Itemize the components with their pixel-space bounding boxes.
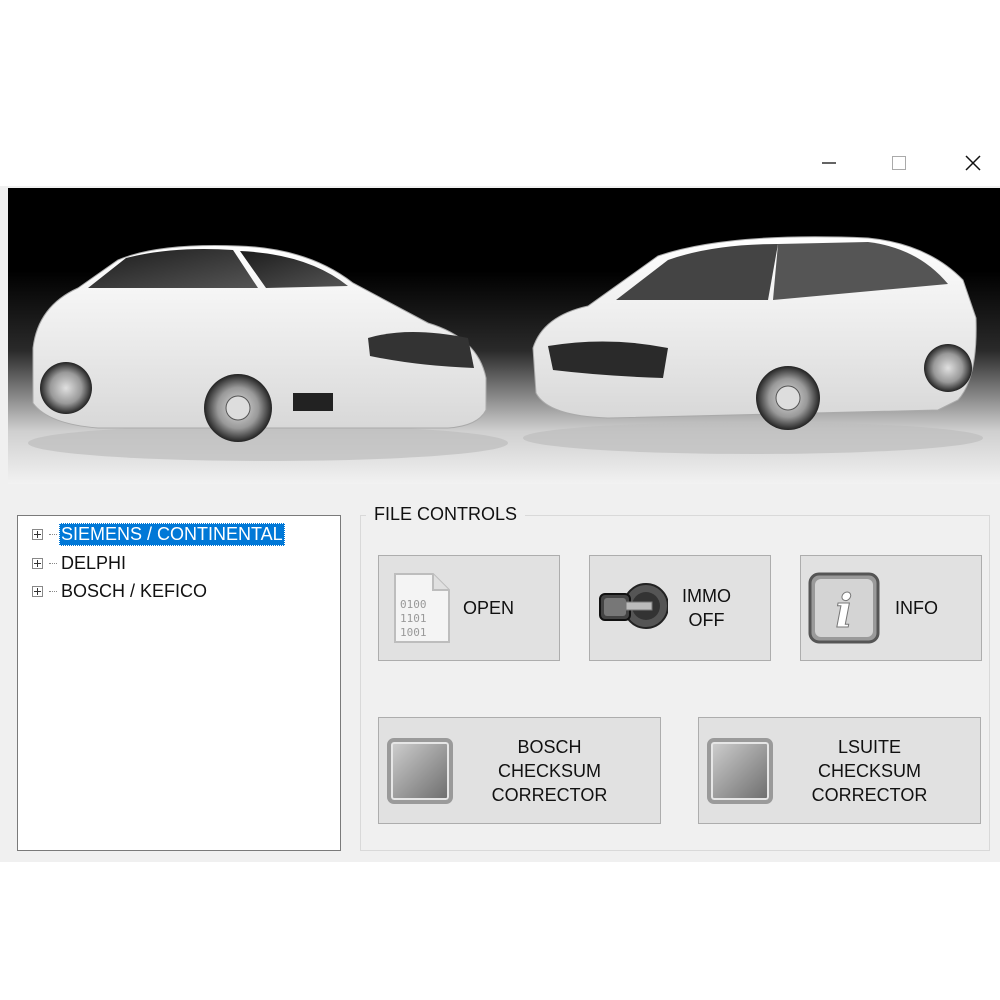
file-controls-title: FILE CONTROLS: [366, 504, 526, 525]
tree-item-label: BOSCH / KEFICO: [61, 580, 208, 601]
car-banner-image: [8, 188, 1000, 484]
info-icon: i: [808, 572, 880, 644]
maximize-button[interactable]: [864, 140, 934, 186]
tree-connector: [49, 590, 57, 592]
immo-off-button[interactable]: IMMO OFF: [589, 555, 771, 661]
tree-item-bosch-kefico[interactable]: BOSCH / KEFICO: [32, 579, 209, 603]
expand-plus-icon[interactable]: [32, 557, 43, 569]
maximize-icon: [892, 156, 906, 170]
close-icon: [965, 155, 981, 171]
lsuite-checksum-corrector-label: LSUITE CHECKSUM CORRECTOR: [811, 736, 928, 805]
open-button[interactable]: 0100 1101 1001 OPEN: [378, 555, 560, 661]
info-button-label: INFO: [895, 598, 938, 618]
svg-text:1001: 1001: [400, 626, 427, 639]
open-button-label: OPEN: [463, 598, 515, 618]
tree-item-label: SIEMENS / CONTINENTAL: [59, 522, 285, 546]
tree-connector: [49, 533, 57, 535]
cars-illustration: [28, 236, 983, 461]
svg-text:1101: 1101: [400, 612, 427, 625]
svg-text:0100: 0100: [400, 598, 427, 611]
binary-file-icon: 0100 1101 1001: [394, 573, 450, 643]
placeholder-square-icon: [707, 737, 773, 804]
minimize-icon: [822, 162, 836, 164]
tree-item-label: DELPHI: [61, 552, 127, 573]
ignition-key-icon: [599, 583, 668, 629]
close-button[interactable]: [938, 140, 1000, 186]
title-bar: [0, 140, 1000, 186]
minimize-button[interactable]: [794, 140, 864, 186]
svg-text:i: i: [835, 584, 852, 638]
ecu-tree-view[interactable]: SIEMENS / CONTINENTAL DELPHI BOSCH / KEF…: [17, 515, 341, 851]
bosch-checksum-corrector-label: BOSCH CHECKSUM CORRECTOR: [491, 736, 608, 805]
tree-item-siemens-continental[interactable]: SIEMENS / CONTINENTAL: [32, 522, 285, 546]
tree-item-delphi[interactable]: DELPHI: [32, 551, 128, 575]
tree-connector: [49, 562, 57, 564]
lsuite-checksum-corrector-button[interactable]: LSUITE CHECKSUM CORRECTOR: [698, 717, 981, 824]
expand-plus-icon[interactable]: [32, 585, 43, 597]
expand-plus-icon[interactable]: [32, 528, 43, 540]
app-window: SIEMENS / CONTINENTAL DELPHI BOSCH / KEF…: [0, 140, 1000, 862]
info-button[interactable]: i INFO: [800, 555, 982, 661]
immo-off-button-label: IMMO OFF: [682, 586, 731, 630]
placeholder-square-icon: [387, 737, 453, 804]
bosch-checksum-corrector-button[interactable]: BOSCH CHECKSUM CORRECTOR: [378, 717, 661, 824]
